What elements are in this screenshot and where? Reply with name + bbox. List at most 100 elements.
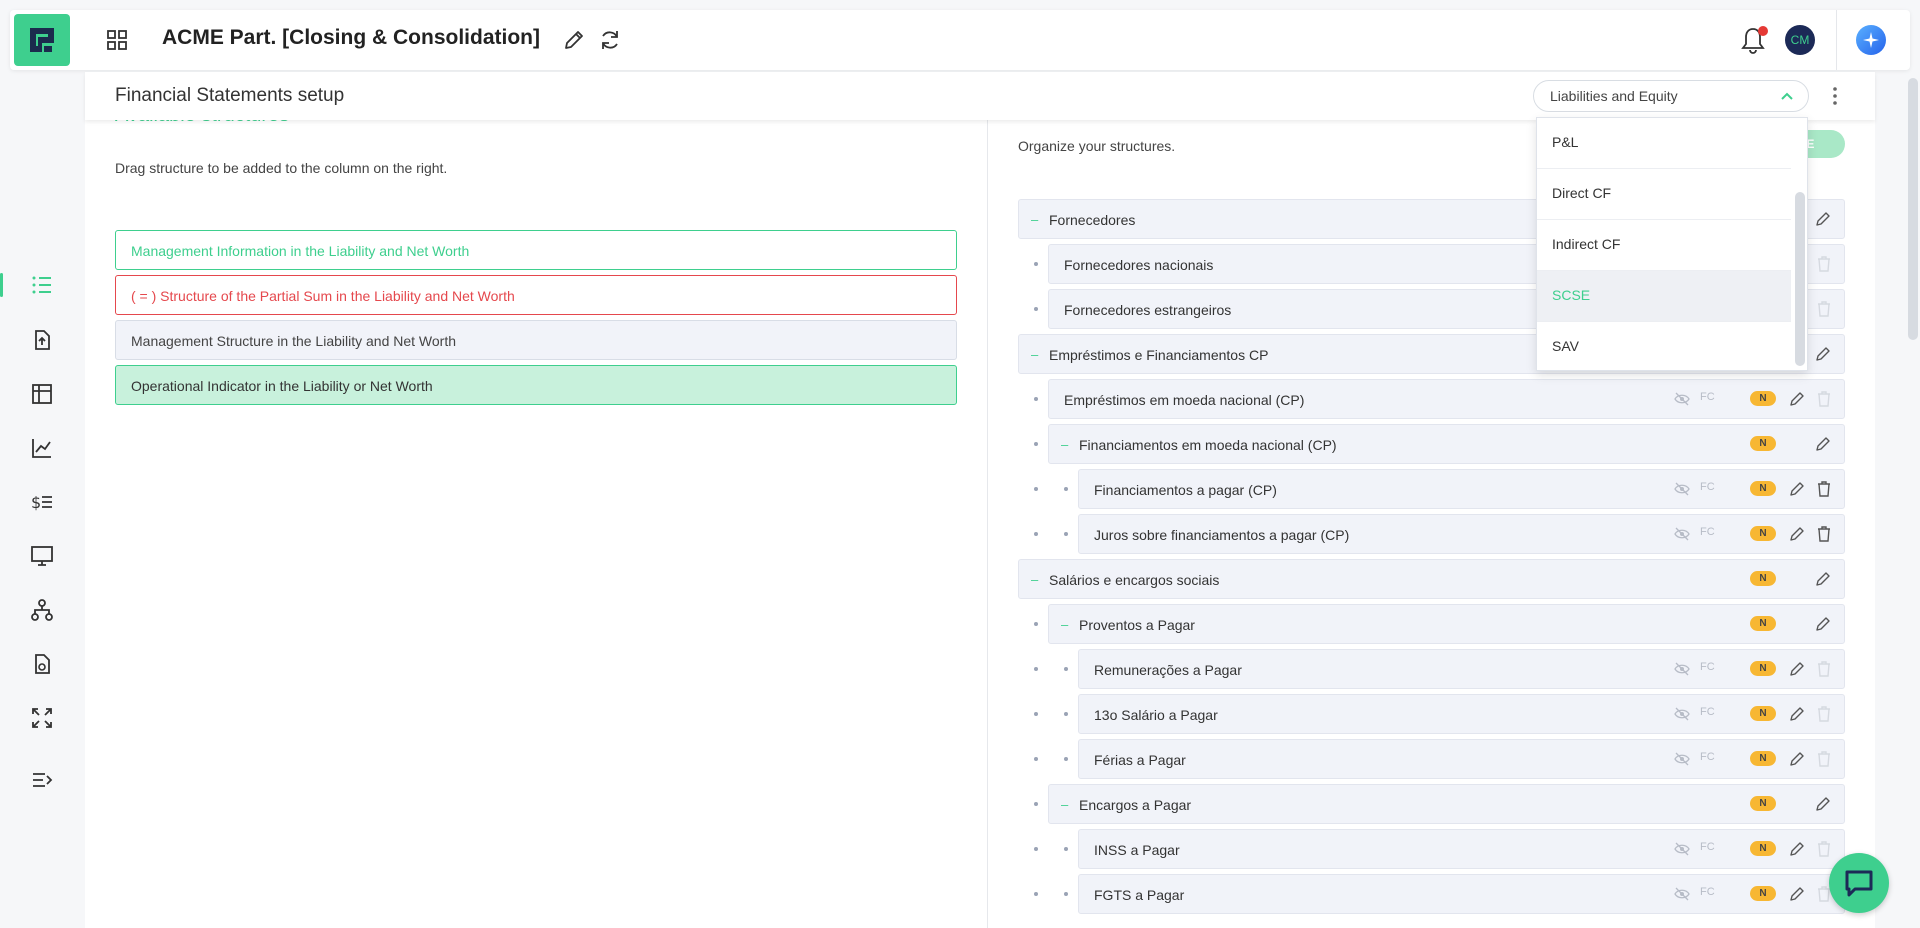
edit-row-icon[interactable] <box>1814 795 1832 813</box>
refresh-icon[interactable] <box>598 28 622 52</box>
visibility-icon[interactable] <box>1674 841 1690 857</box>
tree-row[interactable]: Empréstimos em moeda nacional (CP) FC N <box>1048 379 1845 419</box>
tree-row[interactable]: – Proventos a Pagar N <box>1048 604 1845 644</box>
tree-row[interactable]: Juros sobre financiamentos a pagar (CP) F… <box>1078 514 1845 554</box>
ai-assistant-button[interactable] <box>1856 25 1886 55</box>
tree-row[interactable]: – Salários e encargos sociais N <box>1018 559 1845 599</box>
tree-row[interactable]: – Financiamentos em moeda nacional (CP) N <box>1048 424 1845 464</box>
delete-row-icon[interactable] <box>1816 705 1832 723</box>
nav-monitor[interactable] <box>28 542 56 570</box>
structure-operational-indicator[interactable]: Operational Indicator in the Liability o… <box>115 365 957 405</box>
visibility-icon[interactable] <box>1674 751 1690 767</box>
tree-bullet <box>1034 622 1038 626</box>
nav-report[interactable] <box>28 650 56 678</box>
apps-grid-icon[interactable] <box>106 29 128 51</box>
tree-row[interactable]: FGTS a Pagar FC N <box>1078 874 1845 914</box>
visibility-icon[interactable] <box>1674 391 1690 407</box>
option-scse[interactable]: SCSE <box>1537 271 1791 322</box>
nav-upload[interactable] <box>28 326 56 354</box>
chat-support-button[interactable] <box>1829 853 1889 913</box>
edit-row-icon[interactable] <box>1788 525 1806 543</box>
tree-bullet <box>1064 847 1068 851</box>
delete-row-icon[interactable] <box>1816 300 1832 318</box>
tree-bullet <box>1034 667 1038 671</box>
visibility-icon[interactable] <box>1674 886 1690 902</box>
structure-management[interactable]: Management Structure in the Liability an… <box>115 320 957 360</box>
fc-label[interactable]: FC <box>1700 481 1715 493</box>
delete-row-icon[interactable] <box>1816 255 1832 273</box>
dropdown-scrollbar[interactable] <box>1795 192 1805 366</box>
tree-bullet <box>1064 712 1068 716</box>
nav-collapse-menu[interactable] <box>28 766 56 794</box>
edit-row-icon[interactable] <box>1814 615 1832 633</box>
collapse-toggle[interactable]: – <box>1031 347 1038 362</box>
fc-label[interactable]: FC <box>1700 841 1715 853</box>
side-navigation: $ <box>0 70 84 928</box>
tree-bullet <box>1034 847 1038 851</box>
nav-structures[interactable] <box>28 271 56 299</box>
edit-row-icon[interactable] <box>1788 660 1806 678</box>
page-scrollbar[interactable] <box>1908 78 1918 340</box>
edit-title-icon[interactable] <box>562 28 586 52</box>
delete-row-icon[interactable] <box>1816 660 1832 678</box>
edit-row-icon[interactable] <box>1814 345 1832 363</box>
drag-hint: Drag structure to be added to the column… <box>115 160 448 176</box>
option-pl[interactable]: P&L <box>1537 118 1791 169</box>
edit-row-icon[interactable] <box>1788 750 1806 768</box>
option-direct-cf[interactable]: Direct CF <box>1537 169 1791 220</box>
delete-row-icon[interactable] <box>1816 390 1832 408</box>
option-sav[interactable]: SAV <box>1537 322 1791 370</box>
more-options-icon[interactable] <box>1831 86 1839 106</box>
edit-row-icon[interactable] <box>1788 480 1806 498</box>
delete-row-icon[interactable] <box>1816 525 1832 543</box>
user-avatar[interactable]: CM <box>1785 25 1815 55</box>
fc-label[interactable]: FC <box>1700 661 1715 673</box>
nav-analytics[interactable] <box>28 434 56 462</box>
edit-row-icon[interactable] <box>1814 570 1832 588</box>
collapse-toggle[interactable]: – <box>1061 437 1068 452</box>
tree-row-label: Salários e encargos sociais <box>1049 572 1220 588</box>
collapse-toggle[interactable]: – <box>1061 797 1068 812</box>
nav-finance-list[interactable]: $ <box>28 488 56 516</box>
visibility-icon[interactable] <box>1674 706 1690 722</box>
line-chart-icon <box>32 439 51 458</box>
delete-row-icon[interactable] <box>1816 480 1832 498</box>
fc-label[interactable]: FC <box>1700 391 1715 403</box>
tree-row[interactable]: Remunerações a Pagar FC N <box>1078 649 1845 689</box>
collapse-toggle[interactable]: – <box>1061 617 1068 632</box>
edit-row-icon[interactable] <box>1788 840 1806 858</box>
option-indirect-cf[interactable]: Indirect CF <box>1537 220 1791 271</box>
fc-label[interactable]: FC <box>1700 886 1715 898</box>
statement-type-select[interactable]: Liabilities and Equity <box>1533 80 1809 112</box>
tree-row[interactable]: – Encargos a Pagar N <box>1048 784 1845 824</box>
nav-expand[interactable] <box>28 704 56 732</box>
fc-label[interactable]: FC <box>1700 526 1715 538</box>
visibility-icon[interactable] <box>1674 481 1690 497</box>
delete-row-icon[interactable] <box>1816 750 1832 768</box>
tree-row[interactable]: 13o Salário a Pagar FC N <box>1078 694 1845 734</box>
fc-label[interactable]: FC <box>1700 706 1715 718</box>
tree-row[interactable]: INSS a Pagar FC N <box>1078 829 1845 869</box>
delete-row-icon[interactable] <box>1816 840 1832 858</box>
collapse-toggle[interactable]: – <box>1031 212 1038 227</box>
edit-row-icon[interactable] <box>1814 210 1832 228</box>
tree-row-label: Financiamentos em moeda nacional (CP) <box>1079 437 1337 453</box>
page-header: Financial Statements setup Liabilities a… <box>85 72 1875 120</box>
fc-label[interactable]: FC <box>1700 751 1715 763</box>
visibility-icon[interactable] <box>1674 526 1690 542</box>
visibility-icon[interactable] <box>1674 661 1690 677</box>
edit-row-icon[interactable] <box>1814 435 1832 453</box>
structure-management-information[interactable]: Management Information in the Liability … <box>115 230 957 270</box>
tree-row-label: Remunerações a Pagar <box>1094 662 1242 678</box>
nav-ledger[interactable] <box>28 380 56 408</box>
tree-row-label: Proventos a Pagar <box>1079 617 1195 633</box>
nav-org-tree[interactable] <box>28 596 56 624</box>
edit-row-icon[interactable] <box>1788 705 1806 723</box>
edit-row-icon[interactable] <box>1788 390 1806 408</box>
tree-row[interactable]: Férias a Pagar FC N <box>1078 739 1845 779</box>
app-logo[interactable] <box>14 14 70 66</box>
structure-partial-sum[interactable]: ( = ) Structure of the Partial Sum in th… <box>115 275 957 315</box>
edit-row-icon[interactable] <box>1788 885 1806 903</box>
tree-row[interactable]: Financiamentos a pagar (CP) FC N <box>1078 469 1845 509</box>
collapse-toggle[interactable]: – <box>1031 572 1038 587</box>
